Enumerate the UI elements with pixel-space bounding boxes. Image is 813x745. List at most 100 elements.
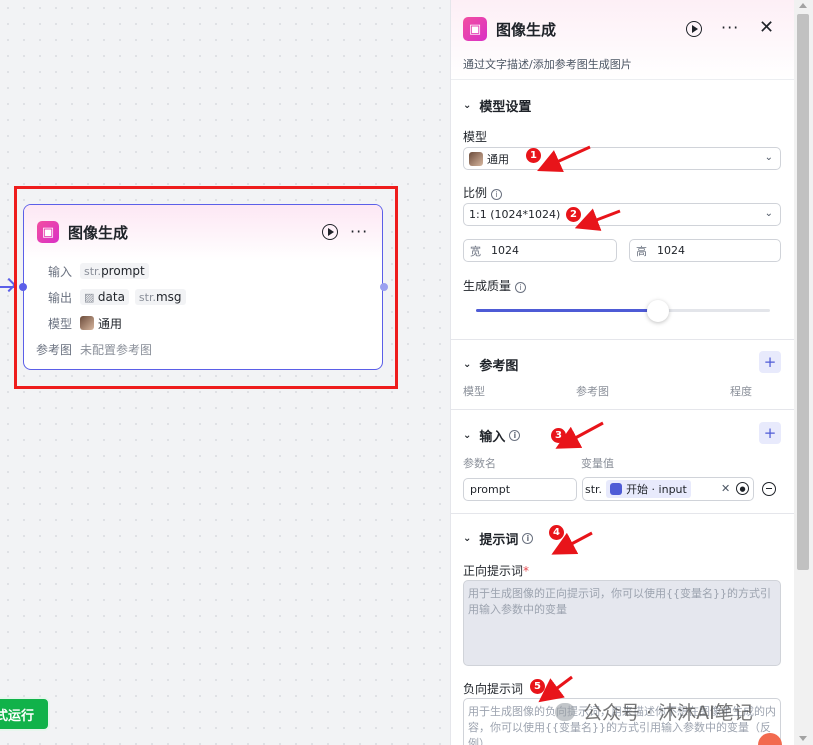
node-output-port[interactable] bbox=[380, 283, 388, 291]
model-select[interactable]: 通用 ⌄ bbox=[463, 147, 781, 170]
ratio-field-label: 比例 i bbox=[463, 184, 503, 201]
info-icon[interactable]: i bbox=[515, 282, 527, 293]
positive-prompt-label: 正向提示词* bbox=[463, 562, 529, 579]
info-icon[interactable]: i bbox=[522, 533, 534, 544]
scroll-thumb[interactable] bbox=[797, 14, 809, 570]
more-icon[interactable]: ··· bbox=[350, 222, 368, 241]
negative-prompt-label: 负向提示词 bbox=[463, 682, 524, 696]
ratio-select[interactable]: 1:1 (1024*1024) ⌄ bbox=[463, 203, 781, 226]
node-config-panel: ▣ 图像生成 ··· ✕ 通过文字描述/添加参考图生成图片 ⌄ 模型设置 模型 … bbox=[450, 0, 794, 745]
annotation-badge-3: 3 bbox=[551, 428, 566, 443]
model-value: 通用 bbox=[98, 316, 123, 331]
type-prefix: str. bbox=[84, 264, 102, 278]
chevron-down-icon: ⌄ bbox=[463, 359, 472, 370]
wechat-logo-icon bbox=[555, 702, 575, 721]
chevron-down-icon: ⌄ bbox=[463, 430, 472, 441]
ref-col-strength: 程度 bbox=[730, 385, 752, 398]
test-run-button[interactable]: 式运行 bbox=[0, 697, 50, 731]
section-title: 参考图 bbox=[479, 359, 519, 374]
annotation-badge-1: 1 bbox=[526, 148, 541, 163]
scroll-down-arrow[interactable] bbox=[799, 736, 807, 741]
chevron-down-icon: ⌄ bbox=[764, 208, 773, 219]
chevron-down-icon: ⌄ bbox=[463, 533, 472, 544]
panel-description: 通过文字描述/添加参考图生成图片 bbox=[463, 58, 632, 71]
width-value: 1024 bbox=[491, 244, 519, 257]
output-tag-name: data bbox=[97, 290, 125, 304]
image-gen-icon: ▣ bbox=[463, 17, 487, 41]
quality-slider[interactable] bbox=[476, 300, 770, 322]
clear-icon[interactable]: ✕ bbox=[721, 482, 730, 495]
type-prefix: str. bbox=[138, 290, 156, 304]
section-title: 提示词 bbox=[479, 533, 519, 548]
positive-label-text: 正向提示词 bbox=[463, 564, 524, 578]
node-title: 图像生成 bbox=[68, 224, 129, 242]
chevron-down-icon: ⌄ bbox=[764, 152, 773, 163]
section-divider bbox=[451, 513, 794, 514]
node-model-row: 模型 通用 bbox=[24, 313, 122, 333]
more-icon[interactable]: ··· bbox=[721, 18, 739, 37]
target-icon[interactable]: ● bbox=[736, 482, 749, 495]
play-icon[interactable] bbox=[686, 21, 702, 37]
scroll-up-arrow[interactable] bbox=[799, 3, 807, 8]
output-tag-name: msg bbox=[155, 290, 182, 304]
model-label: 模型 bbox=[47, 316, 72, 331]
model-avatar bbox=[80, 316, 94, 330]
model-field-label: 模型 bbox=[463, 130, 488, 144]
remove-input-icon[interactable] bbox=[762, 482, 776, 496]
output-label: 输出 bbox=[47, 290, 72, 305]
ref-col-model: 模型 bbox=[463, 385, 485, 398]
chevron-down-icon: ⌄ bbox=[463, 100, 472, 111]
annotation-badge-4: 4 bbox=[549, 525, 564, 540]
info-icon[interactable]: i bbox=[509, 430, 521, 441]
panel-scrollbar[interactable] bbox=[794, 0, 813, 745]
variable-value-select[interactable]: str. 开始 · input ✕ ● bbox=[582, 477, 754, 501]
panel-header: ▣ 图像生成 ··· ✕ 通过文字描述/添加参考图生成图片 bbox=[451, 0, 794, 80]
image-generation-node[interactable]: ▣ 图像生成 ··· 输入 str. prompt 输出 ▨ data str.… bbox=[23, 204, 383, 370]
info-icon[interactable]: i bbox=[491, 189, 503, 200]
watermark: 公众号 · 沐沐AI笔记 bbox=[555, 698, 753, 725]
start-node-icon bbox=[610, 483, 623, 495]
output-tag-msg: str. msg bbox=[134, 289, 186, 305]
section-title: 模型设置 bbox=[479, 100, 532, 115]
close-icon[interactable]: ✕ bbox=[759, 17, 774, 38]
annotation-badge-5: 5 bbox=[530, 679, 545, 694]
input-label: 输入 bbox=[47, 264, 72, 279]
ratio-label-text: 比例 bbox=[463, 186, 488, 200]
positive-prompt-textarea[interactable]: 用于生成图像的正向提示词，你可以使用{{变量名}}的方式引用输入参数中的变量 bbox=[463, 580, 781, 666]
image-gen-icon: ▣ bbox=[37, 221, 59, 243]
variable-chip-label: 开始 · input bbox=[626, 483, 687, 496]
add-input-button[interactable]: + bbox=[759, 422, 781, 444]
ref-label: 参考图 bbox=[35, 342, 72, 357]
section-divider bbox=[451, 409, 794, 410]
width-input[interactable]: 宽 1024 bbox=[463, 239, 617, 262]
node-input-row: 输入 str. prompt bbox=[24, 261, 155, 281]
quality-field-label: 生成质量 i bbox=[463, 277, 527, 294]
height-prefix: 高 bbox=[636, 244, 647, 258]
required-mark: * bbox=[523, 564, 530, 578]
panel-title: 图像生成 bbox=[496, 21, 557, 39]
width-prefix: 宽 bbox=[470, 244, 481, 258]
prompt-header[interactable]: ⌄ 提示词 i bbox=[463, 529, 534, 548]
model-avatar bbox=[469, 151, 483, 166]
param-name-value: prompt bbox=[470, 483, 511, 496]
ref-value: 未配置参考图 bbox=[80, 342, 153, 357]
height-input[interactable]: 高 1024 bbox=[629, 239, 781, 262]
quality-slider-thumb[interactable] bbox=[647, 300, 669, 322]
input-col-param: 参数名 bbox=[463, 457, 496, 470]
ref-image-header[interactable]: ⌄ 参考图 bbox=[463, 355, 518, 374]
play-icon[interactable] bbox=[322, 224, 338, 240]
input-col-value: 变量值 bbox=[581, 457, 614, 470]
output-tag-data: ▨ data bbox=[80, 289, 129, 305]
quality-slider-fill bbox=[476, 309, 658, 312]
model-select-value: 通用 bbox=[487, 152, 509, 166]
ratio-select-value: 1:1 (1024*1024) bbox=[469, 208, 561, 221]
model-settings-header[interactable]: ⌄ 模型设置 bbox=[463, 96, 531, 115]
add-ref-image-button[interactable]: + bbox=[759, 351, 781, 373]
input-header[interactable]: ⌄ 输入 i bbox=[463, 426, 521, 445]
node-input-port[interactable] bbox=[19, 283, 27, 291]
height-value: 1024 bbox=[657, 244, 685, 257]
input-tag: str. prompt bbox=[80, 263, 149, 279]
param-name-input[interactable]: prompt bbox=[463, 478, 577, 501]
variable-chip: 开始 · input bbox=[606, 480, 691, 498]
ref-col-image: 参考图 bbox=[576, 385, 609, 398]
